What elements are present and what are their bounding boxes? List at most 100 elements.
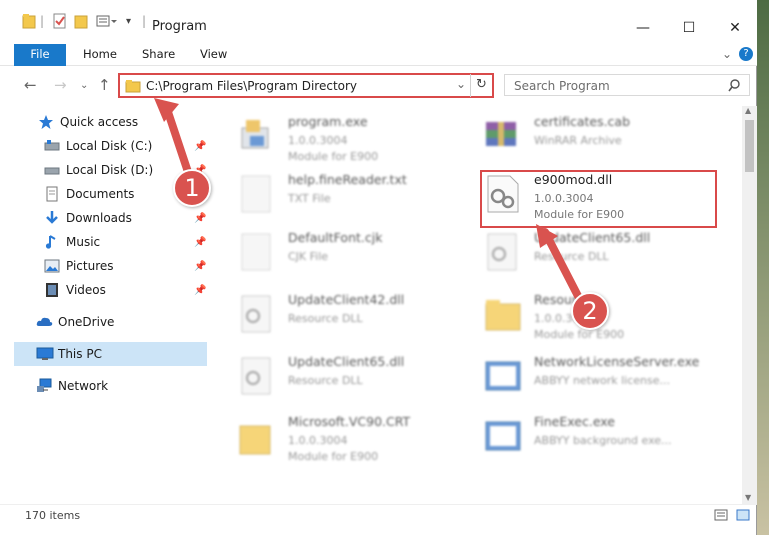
new-folder-icon[interactable] <box>74 12 88 30</box>
drive-icon <box>44 138 60 154</box>
vertical-scrollbar[interactable]: ▲ ▼ <box>742 106 757 504</box>
file-type: TXT File <box>288 192 331 205</box>
download-icon <box>44 210 60 226</box>
file-item[interactable]: UpdateClient42.dll Resource DLL <box>236 288 486 344</box>
file-description: Module for E900 <box>288 150 379 163</box>
exe-file-icon <box>482 354 526 398</box>
pin-icon: 📌 <box>194 140 207 152</box>
file-item[interactable]: DefaultFont.cjk CJK File <box>236 226 486 282</box>
separator <box>470 74 471 97</box>
sidebar-item-music[interactable]: Music 📌 <box>44 230 207 254</box>
recent-locations-icon[interactable]: ⌄ <box>80 80 88 91</box>
sidebar-item-local-disk-c[interactable]: Local Disk (C:) 📌 <box>44 134 207 158</box>
separator: | <box>142 14 147 28</box>
ribbon-tabs: File Home Share View ⌄ ? <box>0 40 757 66</box>
file-item[interactable]: NetworkLicenseServer.exe ABBYY network l… <box>482 350 732 406</box>
file-name: DefaultFont.cjk <box>288 230 383 245</box>
file-type: ABBYY background exe... <box>534 434 672 447</box>
file-description: Module for E900 <box>288 450 379 463</box>
sidebar-item-videos[interactable]: Videos 📌 <box>44 278 207 302</box>
file-item[interactable]: help.fineReader.txt TXT File <box>236 168 486 224</box>
maximize-button[interactable]: ☐ <box>666 16 712 40</box>
file-name: FineExec.exe <box>534 414 615 429</box>
tab-share[interactable]: Share <box>142 44 175 66</box>
customize-toolbar-icon[interactable]: ▾ <box>126 12 131 30</box>
scroll-up-icon[interactable]: ▲ <box>745 106 751 115</box>
cloud-icon <box>36 314 53 330</box>
sidebar-item-this-pc[interactable]: This PC <box>14 342 207 366</box>
back-arrow-icon[interactable]: ← <box>24 76 37 94</box>
file-name: help.fineReader.txt <box>288 172 407 187</box>
address-bar[interactable]: C:\Program Files\Program Directory ⌄ ↻ <box>118 73 494 98</box>
address-path: C:\Program Files\Program Directory <box>146 79 358 93</box>
highlight-e900mod <box>480 170 717 228</box>
star-icon <box>38 114 54 130</box>
tab-view[interactable]: View <box>200 44 227 66</box>
exe-file-icon <box>482 414 526 458</box>
sidebar-item-label: Videos <box>66 283 106 297</box>
text-file-icon <box>236 172 280 216</box>
tiles-view-icon[interactable] <box>736 509 750 521</box>
file-item[interactable]: certificates.cab WinRAR Archive <box>482 110 732 166</box>
sidebar-item-label: Downloads <box>66 211 132 225</box>
annotation-badge-2: 2 <box>571 292 609 330</box>
pin-icon: 📌 <box>194 284 207 296</box>
navigation-pane: Quick access Local Disk (C:) 📌 Local Dis… <box>14 108 207 503</box>
folder-icon <box>22 12 36 30</box>
sidebar-item-quick-access[interactable]: Quick access <box>38 110 231 134</box>
file-version: 1.0.0.3004 <box>288 134 348 147</box>
sidebar-item-label: Quick access <box>60 115 139 129</box>
sidebar-item-label: Music <box>66 235 101 249</box>
dll-file-icon <box>482 230 526 274</box>
up-arrow-icon[interactable]: ↑ <box>98 76 111 94</box>
file-name: Microsoft.VC90.CRT <box>288 414 411 429</box>
folder-icon <box>125 80 141 93</box>
address-dropdown-icon[interactable]: ⌄ <box>456 77 466 91</box>
file-type: WinRAR Archive <box>534 134 622 147</box>
title-bar: | ▾ | Program — ☐ ✕ <box>0 0 757 40</box>
search-icon[interactable] <box>728 79 741 92</box>
forward-arrow-icon[interactable]: → <box>54 76 67 94</box>
sidebar-item-downloads[interactable]: Downloads 📌 <box>44 206 207 230</box>
file-item[interactable]: UpdateClient65.dll Resource DLL <box>236 350 486 406</box>
sidebar-item-pictures[interactable]: Pictures 📌 <box>44 254 207 278</box>
minimize-button[interactable]: — <box>620 16 666 40</box>
sidebar-item-onedrive[interactable]: OneDrive <box>36 310 207 334</box>
file-version: 1.0.0.3004 <box>288 434 348 447</box>
refresh-icon[interactable]: ↻ <box>476 77 487 92</box>
help-icon[interactable]: ? <box>739 47 753 61</box>
folder-icon <box>236 414 280 458</box>
pc-icon <box>36 346 54 362</box>
file-type: ABBYY network license... <box>534 374 671 387</box>
file-type: Resource DLL <box>534 250 609 263</box>
status-bar: 170 items <box>0 504 757 535</box>
item-count: 170 items <box>25 509 81 522</box>
file-item[interactable]: UpdateClient65.dll Resource DLL <box>482 226 732 282</box>
scroll-down-icon[interactable]: ▼ <box>745 493 751 502</box>
sidebar-item-label: This PC <box>58 347 102 361</box>
folder-icon <box>482 292 526 336</box>
scroll-thumb[interactable] <box>745 120 754 172</box>
file-description: Module for E900 <box>534 328 625 341</box>
close-button[interactable]: ✕ <box>712 16 758 40</box>
file-name: NetworkLicenseServer.exe <box>534 354 700 369</box>
properties-icon[interactable] <box>52 12 68 30</box>
search-input[interactable]: Search Program <box>504 74 750 96</box>
file-item[interactable]: program.exe 1.0.0.3004 Module for E900 <box>236 110 486 166</box>
sidebar-item-network[interactable]: Network <box>36 374 207 398</box>
view-options-icon[interactable] <box>96 12 118 30</box>
file-name: UpdateClient65.dll <box>534 230 651 245</box>
file-item[interactable]: Microsoft.VC90.CRT 1.0.0.3004 Module for… <box>236 410 486 466</box>
exe-file-icon <box>236 114 280 158</box>
sidebar-item-label: Network <box>58 379 109 393</box>
dll-file-icon <box>236 354 280 398</box>
file-name: certificates.cab <box>534 114 631 129</box>
details-view-icon[interactable] <box>714 509 728 521</box>
expand-ribbon-icon[interactable]: ⌄ <box>722 44 732 66</box>
separator: | <box>40 14 45 28</box>
tab-home[interactable]: Home <box>83 44 117 66</box>
file-item[interactable]: FineExec.exe ABBYY background exe... <box>482 410 732 466</box>
tab-file[interactable]: File <box>14 44 66 66</box>
file-name: UpdateClient42.dll <box>288 292 405 307</box>
sidebar-item-label: OneDrive <box>58 315 115 329</box>
